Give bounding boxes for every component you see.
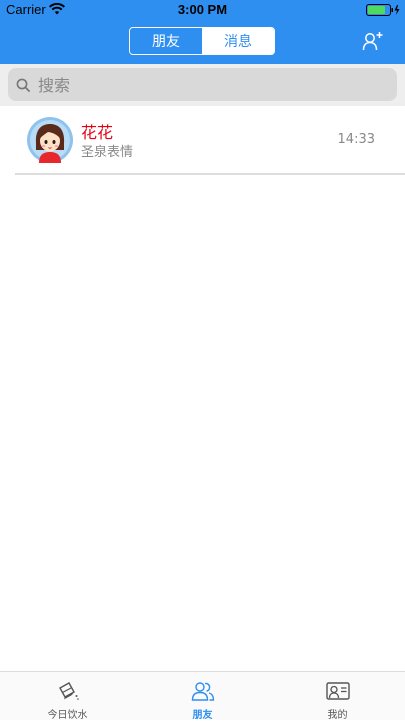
tab-friends[interactable]: 朋友	[130, 28, 202, 54]
profile-card-icon	[325, 682, 350, 700]
conversation-time: 14:33	[337, 132, 375, 147]
list-item[interactable]: 花花 圣泉表情 14:33	[0, 106, 405, 174]
tab-friends-bottom[interactable]: 朋友	[135, 672, 270, 721]
status-time: 3:00 PM	[177, 2, 228, 17]
friends-icon	[191, 682, 214, 701]
tab-label-today-water: 今日饮水	[47, 710, 88, 721]
tab-mine[interactable]: 我的	[270, 672, 405, 721]
search-bar-area	[0, 64, 405, 106]
friends-messages-segmented-control: 朋友 消息	[129, 27, 275, 55]
conversation-preview: 圣泉表情	[81, 145, 134, 160]
top-header: Carrier 3:00 PM 朋友 消息	[0, 0, 405, 64]
search-input[interactable]	[36, 68, 390, 103]
status-bar: Carrier 3:00 PM	[0, 0, 405, 20]
avatar	[27, 117, 73, 163]
water-cup-icon	[58, 682, 79, 700]
tab-label-mine: 我的	[327, 710, 348, 721]
search-box[interactable]	[8, 68, 397, 103]
conversation-name: 花花	[81, 123, 114, 142]
tab-messages[interactable]: 消息	[202, 28, 274, 54]
list-divider	[15, 173, 405, 175]
search-icon	[16, 78, 30, 92]
tab-today-water[interactable]: 今日饮水	[0, 672, 135, 721]
tab-label-friends: 朋友	[192, 710, 213, 721]
battery-icon	[366, 4, 400, 16]
add-user-icon[interactable]	[362, 30, 384, 52]
bottom-tab-bar: 今日饮水 朋友 我的	[0, 671, 405, 721]
